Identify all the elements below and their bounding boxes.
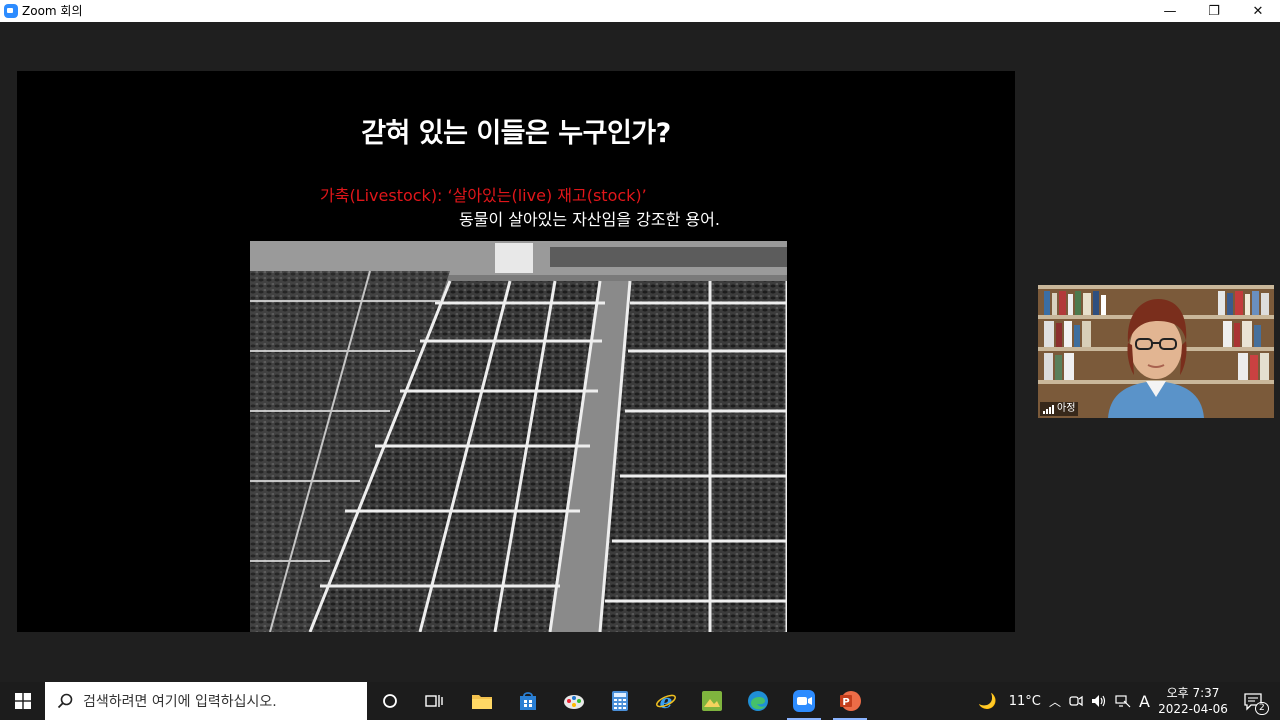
windows-logo-icon: [14, 693, 31, 709]
cortana-circle-icon: [383, 694, 397, 708]
chevron-up-icon[interactable]: ︿: [1049, 693, 1061, 710]
volume-icon[interactable]: [1091, 694, 1107, 708]
moon-icon: 🌙: [978, 692, 997, 710]
participant-name: 아정: [1057, 403, 1076, 414]
taskbar-search-box[interactable]: 검색하려면 여기에 입력하십시오.: [45, 682, 367, 720]
window-titlebar: Zoom 회의 — ❐ ✕: [0, 0, 1280, 22]
close-button[interactable]: ✕: [1236, 0, 1280, 22]
zoom-app-icon: [4, 4, 18, 18]
weather-temperature: 11°C: [1008, 693, 1041, 709]
stockyard-aerial-photo: [250, 241, 787, 632]
folder-icon: [472, 695, 492, 709]
taskbar-edge[interactable]: [735, 682, 781, 720]
signal-strength-icon: [1043, 404, 1054, 414]
taskbar-zoom[interactable]: [781, 682, 827, 720]
participant-name-tag: 아정: [1040, 402, 1079, 416]
edge-browser-icon: [748, 691, 768, 711]
shared-screen: 갇혀 있는 이들은 누구인가? 가축(Livestock): ‘살아있는(liv…: [17, 71, 1015, 632]
search-icon: [57, 693, 73, 709]
taskbar-internet-explorer[interactable]: e: [643, 682, 689, 720]
taskbar-photos[interactable]: [689, 682, 735, 720]
task-view-button[interactable]: [411, 682, 457, 720]
system-clock[interactable]: 오후 7:37 2022-04-06: [1156, 685, 1230, 717]
participant-video[interactable]: 아정: [1038, 285, 1274, 418]
slide-definition-line: 가축(Livestock): ‘살아있는(live) 재고(stock)’: [320, 186, 647, 205]
taskbar-calculator[interactable]: [597, 682, 643, 720]
task-view-icon: [425, 695, 443, 707]
store-bag-icon: [520, 692, 536, 710]
powerpoint-icon: P: [840, 691, 861, 711]
slide-explanation-line: 동물이 살아있는 자산임을 강조한 용어.: [459, 210, 720, 229]
svg-text:P: P: [842, 697, 849, 708]
system-tray-icons: ︿ A: [1049, 682, 1150, 720]
search-placeholder: 검색하려면 여기에 입력하십시오.: [83, 694, 277, 710]
network-icon[interactable]: [1115, 694, 1131, 708]
start-button[interactable]: [0, 682, 45, 720]
photos-icon: [702, 691, 722, 711]
taskbar-paint[interactable]: [551, 682, 597, 720]
slide-title: 갇혀 있는 이들은 누구인가?: [361, 118, 671, 149]
weather-widget[interactable]: 🌙 11°C: [978, 682, 1041, 720]
meeting-area: 갇혀 있는 이들은 누구인가? 가축(Livestock): ‘살아있는(liv…: [0, 22, 1280, 682]
meet-now-icon[interactable]: [1069, 694, 1083, 708]
zoom-video-icon: [793, 690, 815, 712]
ime-indicator[interactable]: A: [1139, 692, 1150, 711]
restore-button[interactable]: ❐: [1192, 0, 1236, 22]
clock-time: 오후 7:37: [1166, 686, 1220, 700]
paint-palette-icon: [564, 695, 584, 709]
action-center-button[interactable]: 2: [1238, 682, 1269, 720]
cortana-button[interactable]: [367, 682, 413, 720]
calculator-icon: [612, 691, 628, 711]
window-title: Zoom 회의: [22, 4, 83, 18]
svg-text:e: e: [660, 690, 673, 712]
minimize-button[interactable]: —: [1148, 0, 1192, 22]
taskbar-file-explorer[interactable]: [459, 682, 505, 720]
taskbar-powerpoint[interactable]: P: [827, 682, 873, 720]
windows-taskbar: 검색하려면 여기에 입력하십시오. e P 🌙 11°C ︿ A 오후 7:37…: [0, 682, 1280, 720]
internet-explorer-icon: e: [656, 690, 676, 712]
webcam-feed: [1038, 285, 1274, 418]
notification-count: 2: [1255, 702, 1269, 715]
clock-date: 2022-04-06: [1158, 702, 1228, 716]
taskbar-store[interactable]: [505, 682, 551, 720]
